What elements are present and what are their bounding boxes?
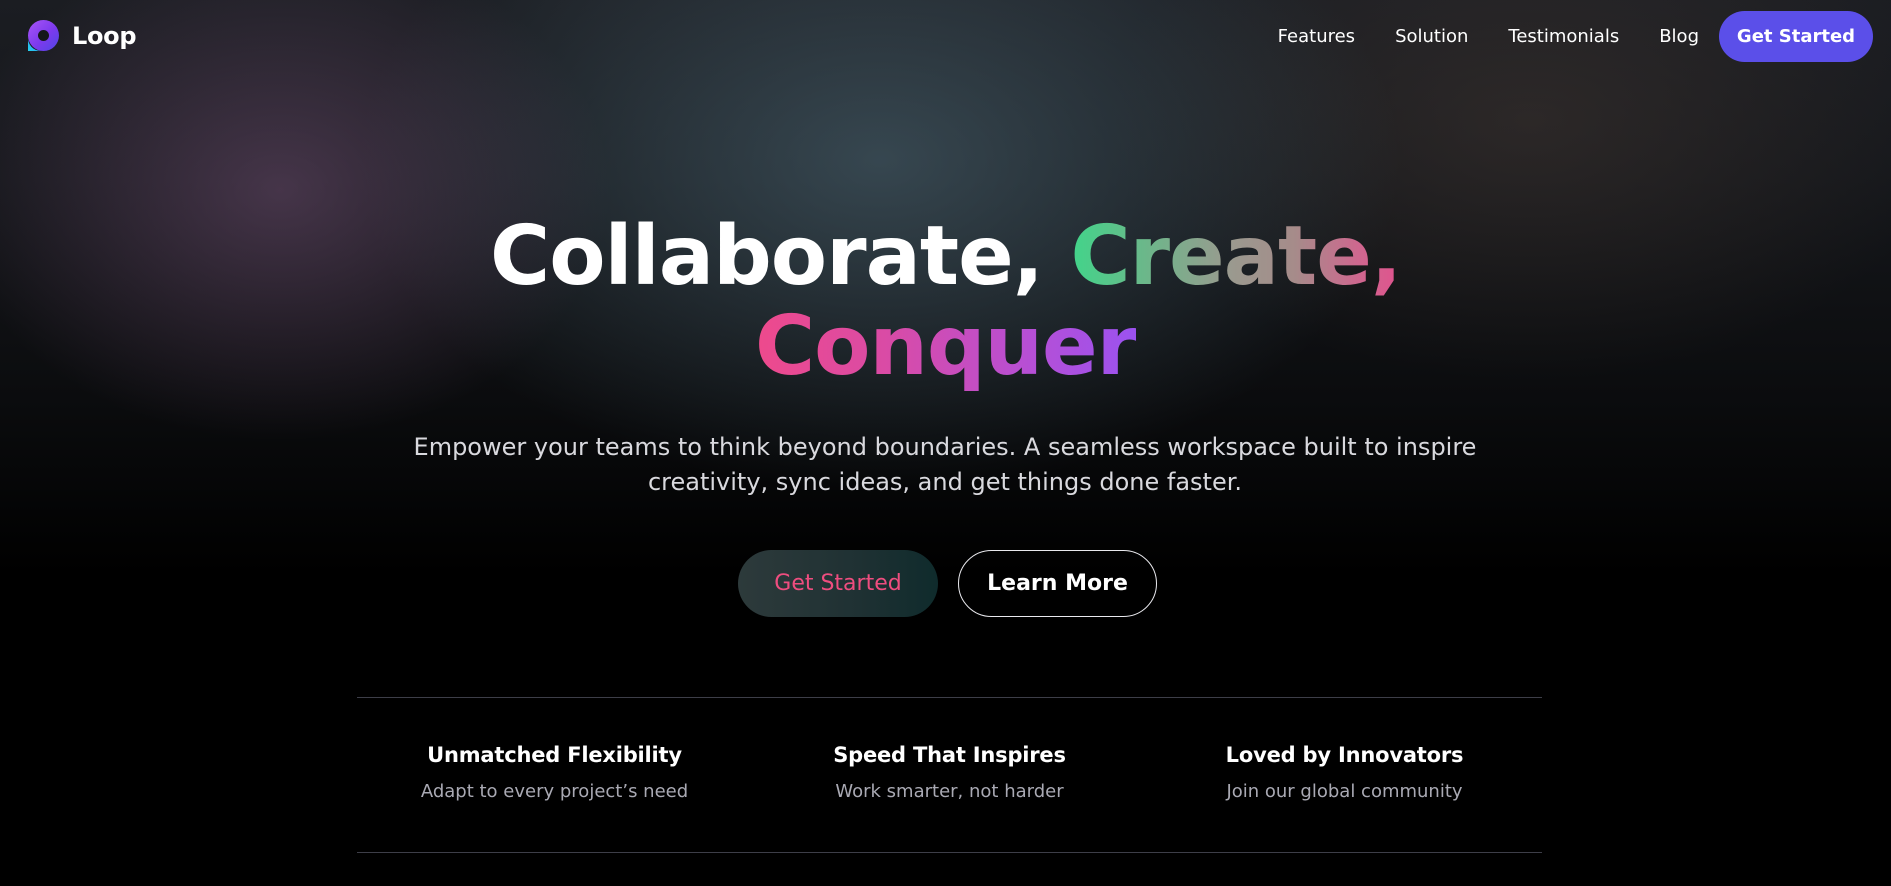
- hero-actions: Get Started Learn More: [0, 550, 1891, 617]
- landing-page: Loop Features Solution Testimonials Blog…: [0, 0, 1891, 886]
- nav-links: Features Solution Testimonials Blog Get …: [1278, 11, 1873, 62]
- brand-name: Loop: [72, 21, 137, 50]
- feature-description: Join our global community: [1226, 781, 1463, 802]
- hero-subtitle: Empower your teams to think beyond bound…: [413, 433, 1477, 496]
- nav-link-blog[interactable]: Blog: [1659, 26, 1699, 47]
- hero-title-collaborate: Collaborate,: [490, 209, 1044, 304]
- nav-link-features[interactable]: Features: [1278, 26, 1355, 47]
- hero-title: Collaborate, Create, Conquer: [0, 212, 1891, 392]
- feature-item-speed: Speed That Inspires Work smarter, not ha…: [752, 698, 1147, 852]
- nav-link-solution[interactable]: Solution: [1395, 26, 1468, 47]
- loop-logo-icon: [27, 20, 59, 52]
- hero-title-create: Create,: [1070, 209, 1402, 304]
- feature-description: Adapt to every project’s need: [420, 781, 689, 802]
- feature-item-flexibility: Unmatched Flexibility Adapt to every pro…: [357, 698, 752, 852]
- nav-get-started-button[interactable]: Get Started: [1719, 11, 1873, 62]
- feature-title: Loved by Innovators: [1225, 743, 1464, 767]
- hero-get-started-button[interactable]: Get Started: [738, 550, 938, 617]
- feature-title: Speed That Inspires: [833, 743, 1066, 767]
- nav-link-testimonials[interactable]: Testimonials: [1508, 26, 1619, 47]
- brand-logo[interactable]: Loop: [27, 19, 137, 52]
- feature-description: Work smarter, not harder: [835, 781, 1064, 802]
- top-nav: Loop Features Solution Testimonials Blog…: [0, 0, 1891, 74]
- hero-learn-more-button[interactable]: Learn More: [958, 550, 1157, 617]
- feature-item-innovators: Loved by Innovators Join our global comm…: [1147, 698, 1542, 852]
- feature-title: Unmatched Flexibility: [427, 743, 682, 767]
- feature-strip: Unmatched Flexibility Adapt to every pro…: [357, 697, 1542, 853]
- hero-title-conquer: Conquer: [754, 299, 1137, 394]
